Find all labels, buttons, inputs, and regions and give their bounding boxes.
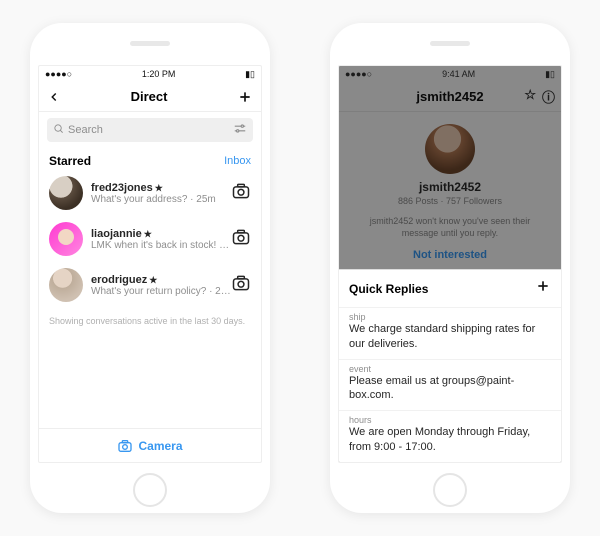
home-button[interactable] <box>133 473 167 507</box>
conversation-text: erodriguez★ What's your return policy? ·… <box>91 274 231 297</box>
camera-button[interactable]: Camera <box>39 428 261 462</box>
username: fred23jones <box>91 182 153 194</box>
page-title: Direct <box>131 89 168 104</box>
back-button[interactable] <box>47 90 61 104</box>
message-preview: What's your address? · 25m <box>91 194 231 205</box>
conversation-text: liaojannie★ LMK when it's back in stock!… <box>91 228 231 251</box>
star-icon: ★ <box>149 275 157 285</box>
conversation-row[interactable]: fred23jones★ What's your address? · 25m <box>39 170 261 216</box>
reply-text: We are open Monday through Friday, from … <box>349 425 551 454</box>
compose-button[interactable] <box>237 89 253 105</box>
star-icon: ★ <box>155 183 163 193</box>
sheet-header: Quick Replies <box>339 270 561 307</box>
title-bar: Direct <box>39 82 261 112</box>
phone-speaker <box>430 41 470 46</box>
message-preview: LMK when it's back in stock! · 25m <box>91 240 231 251</box>
footer-note: Showing conversations active in the last… <box>39 308 261 334</box>
reply-shortcut: hours <box>349 415 551 425</box>
filter-icon[interactable] <box>233 123 247 137</box>
conversation-text: fred23jones★ What's your address? · 25m <box>91 182 231 205</box>
reply-text: We charge standard shipping rates for ou… <box>349 322 551 351</box>
screen-left: ●●●●○ 1:20 PM ▮▯ Direct Search Starred I… <box>38 65 262 463</box>
phone-right: ●●●●○ 9:41 AM ▮▯ jsmith2452 ☆ ⓘ jsmith24… <box>330 23 570 513</box>
signal-dots: ●●●●○ <box>45 69 72 79</box>
quick-reply-item[interactable]: event Please email us at groups@paint-bo… <box>339 359 561 411</box>
avatar <box>49 176 83 210</box>
section-header: Starred Inbox <box>39 148 261 170</box>
phone-speaker <box>130 41 170 46</box>
quick-reply-item[interactable]: ship We charge standard shipping rates f… <box>339 307 561 359</box>
quick-replies-sheet: Quick Replies ship We charge standard sh… <box>339 269 561 462</box>
reply-text: Please email us at groups@paint-box.com. <box>349 374 551 403</box>
status-time: 1:20 PM <box>142 69 176 79</box>
status-bar: ●●●●○ 1:20 PM ▮▯ <box>39 66 261 82</box>
username: liaojannie <box>91 228 142 240</box>
search-placeholder: Search <box>68 124 103 136</box>
add-reply-button[interactable] <box>535 278 551 299</box>
reply-shortcut: ship <box>349 312 551 322</box>
camera-icon[interactable] <box>231 273 251 298</box>
conversation-row[interactable]: erodriguez★ What's your return policy? ·… <box>39 262 261 308</box>
username: erodriguez <box>91 274 147 286</box>
star-icon: ★ <box>144 229 152 239</box>
message-preview: What's your return policy? · 25m <box>91 286 231 297</box>
inbox-link[interactable]: Inbox <box>224 155 251 167</box>
section-title: Starred <box>49 154 91 168</box>
camera-label: Camera <box>138 439 182 453</box>
search-input[interactable]: Search <box>47 118 253 142</box>
conversation-row[interactable]: liaojannie★ LMK when it's back in stock!… <box>39 216 261 262</box>
reply-shortcut: event <box>349 364 551 374</box>
battery-icon: ▮▯ <box>245 69 255 80</box>
screen-right: ●●●●○ 9:41 AM ▮▯ jsmith2452 ☆ ⓘ jsmith24… <box>338 65 562 463</box>
avatar <box>49 268 83 302</box>
avatar <box>49 222 83 256</box>
camera-icon[interactable] <box>231 227 251 252</box>
sheet-title: Quick Replies <box>349 282 428 296</box>
home-button[interactable] <box>433 473 467 507</box>
search-icon <box>53 123 64 137</box>
phone-left: ●●●●○ 1:20 PM ▮▯ Direct Search Starred I… <box>30 23 270 513</box>
quick-reply-item[interactable]: hours We are open Monday through Friday,… <box>339 410 561 462</box>
camera-icon[interactable] <box>231 181 251 206</box>
